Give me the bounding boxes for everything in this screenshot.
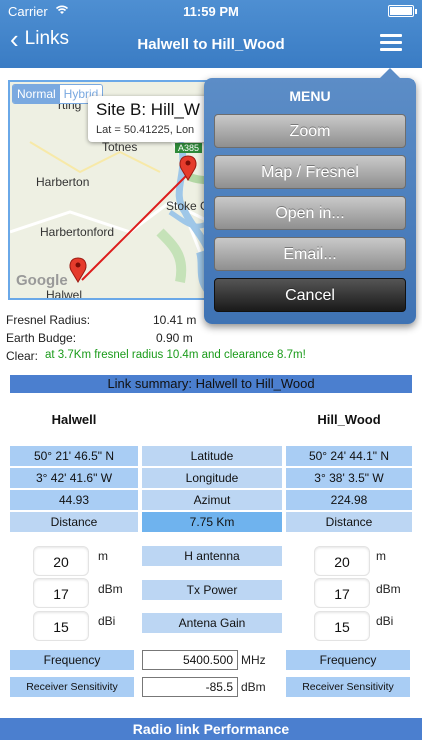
hamburger-menu-icon[interactable] — [380, 34, 402, 52]
sensitivity-input[interactable]: -85.5 — [142, 677, 238, 697]
site-a-h-antenna-field[interactable]: 20 — [33, 546, 89, 576]
site-b-distance-label: Distance — [286, 512, 412, 532]
map-label: Stoke G — [166, 199, 210, 213]
site-a-name: Halwell — [51, 412, 97, 427]
google-logo: Google — [16, 272, 68, 289]
row-label-latitude: Latitude — [142, 446, 282, 466]
status-time: 11:59 PM — [183, 4, 239, 19]
callout-title: Site B: Hill_W — [96, 100, 200, 119]
frequency-label-right: Frequency — [286, 650, 410, 670]
performance-title: Radio link Performance — [0, 718, 422, 740]
summary-title: Link summary: Halwell to Hill_Wood — [10, 375, 412, 393]
menu-item-map-fresnel[interactable]: Map / Fresnel — [214, 155, 406, 189]
site-b-latitude: 50° 24' 44.1" N — [286, 446, 412, 466]
site-b-azimut: 224.98 — [286, 490, 412, 510]
site-a-antenna-gain-field[interactable]: 15 — [33, 611, 89, 641]
site-b-tx-power-field[interactable]: 17 — [314, 578, 370, 608]
callout-subtitle: Lat = 50.41225, Lon — [96, 124, 195, 136]
site-a-h-antenna-unit: m — [98, 549, 108, 563]
site-b-longitude: 3° 38' 3.5" W — [286, 468, 412, 488]
menu-item-cancel[interactable]: Cancel — [214, 278, 406, 312]
fresnel-value: 10.41 m — [153, 313, 197, 327]
site-b-h-antenna-unit: m — [376, 549, 386, 563]
map-label: Harbertonford — [40, 225, 115, 239]
site-a-distance-label: Distance — [10, 512, 138, 532]
status-bar: Carrier 11:59 PM — [0, 0, 422, 22]
site-b-name: Hill_Wood — [317, 412, 381, 427]
row-label-azimut: Azimut — [142, 490, 282, 510]
frequency-unit: MHz — [241, 653, 266, 667]
dropdown-menu: MENU Zoom Map / Fresnel Open in... Email… — [204, 68, 416, 324]
site-a-tx-power-unit: dBm — [98, 582, 123, 596]
navigation-bar: Carrier 11:59 PM ‹ Links Halwell to Hill… — [0, 0, 422, 68]
row-label-longitude: Longitude — [142, 468, 282, 488]
clear-label: Clear: — [6, 349, 39, 363]
menu-title: MENU — [289, 88, 331, 104]
site-a-latitude: 50° 21' 46.5" N — [10, 446, 138, 466]
sensitivity-label-left: Receiver Sensitivity — [10, 677, 134, 697]
page-title: Halwell to Hill_Wood — [137, 36, 285, 53]
param-label-antenna-gain: Antena Gain — [142, 613, 282, 633]
menu-item-email[interactable]: Email... — [214, 237, 406, 271]
param-label-tx-power: Tx Power — [142, 580, 282, 600]
frequency-label-left: Frequency — [10, 650, 134, 670]
site-a-antenna-gain-unit: dBi — [98, 614, 116, 628]
sensitivity-label-right: Receiver Sensitivity — [286, 677, 410, 697]
frequency-input[interactable]: 5400.500 — [142, 650, 238, 670]
fresnel-label: Fresnel Radius: — [6, 313, 91, 327]
site-b-h-antenna-field[interactable]: 20 — [314, 546, 370, 576]
map-label: Harberton — [36, 175, 90, 189]
site-a-tx-power-field[interactable]: 17 — [33, 578, 89, 608]
road-badge: A385 — [175, 143, 203, 153]
map-label: Totnes — [102, 140, 138, 154]
menu-item-open-in[interactable]: Open in... — [214, 196, 406, 230]
menu-item-zoom[interactable]: Zoom — [214, 114, 406, 148]
distance-value: 7.75 Km — [142, 512, 282, 532]
site-b-antenna-gain-unit: dBi — [376, 614, 394, 628]
site-b-antenna-gain-field[interactable]: 15 — [314, 611, 370, 641]
param-label-h-antenna: H antenna — [142, 546, 282, 566]
sensitivity-unit: dBm — [241, 680, 266, 694]
map-mode-normal[interactable]: Normal — [13, 85, 60, 103]
site-a-longitude: 3° 42' 41.6" W — [10, 468, 138, 488]
bulge-value: 0.90 m — [156, 331, 193, 345]
map-label: Halwel — [46, 288, 83, 298]
bulge-label: Earth Budge: — [6, 331, 77, 345]
site-a-azimut: 44.93 — [10, 490, 138, 510]
battery-icon — [388, 5, 417, 17]
site-b-tx-power-unit: dBm — [376, 582, 401, 596]
clear-value: at 3.7Km fresnel radius 10.4m and cleara… — [45, 349, 306, 361]
